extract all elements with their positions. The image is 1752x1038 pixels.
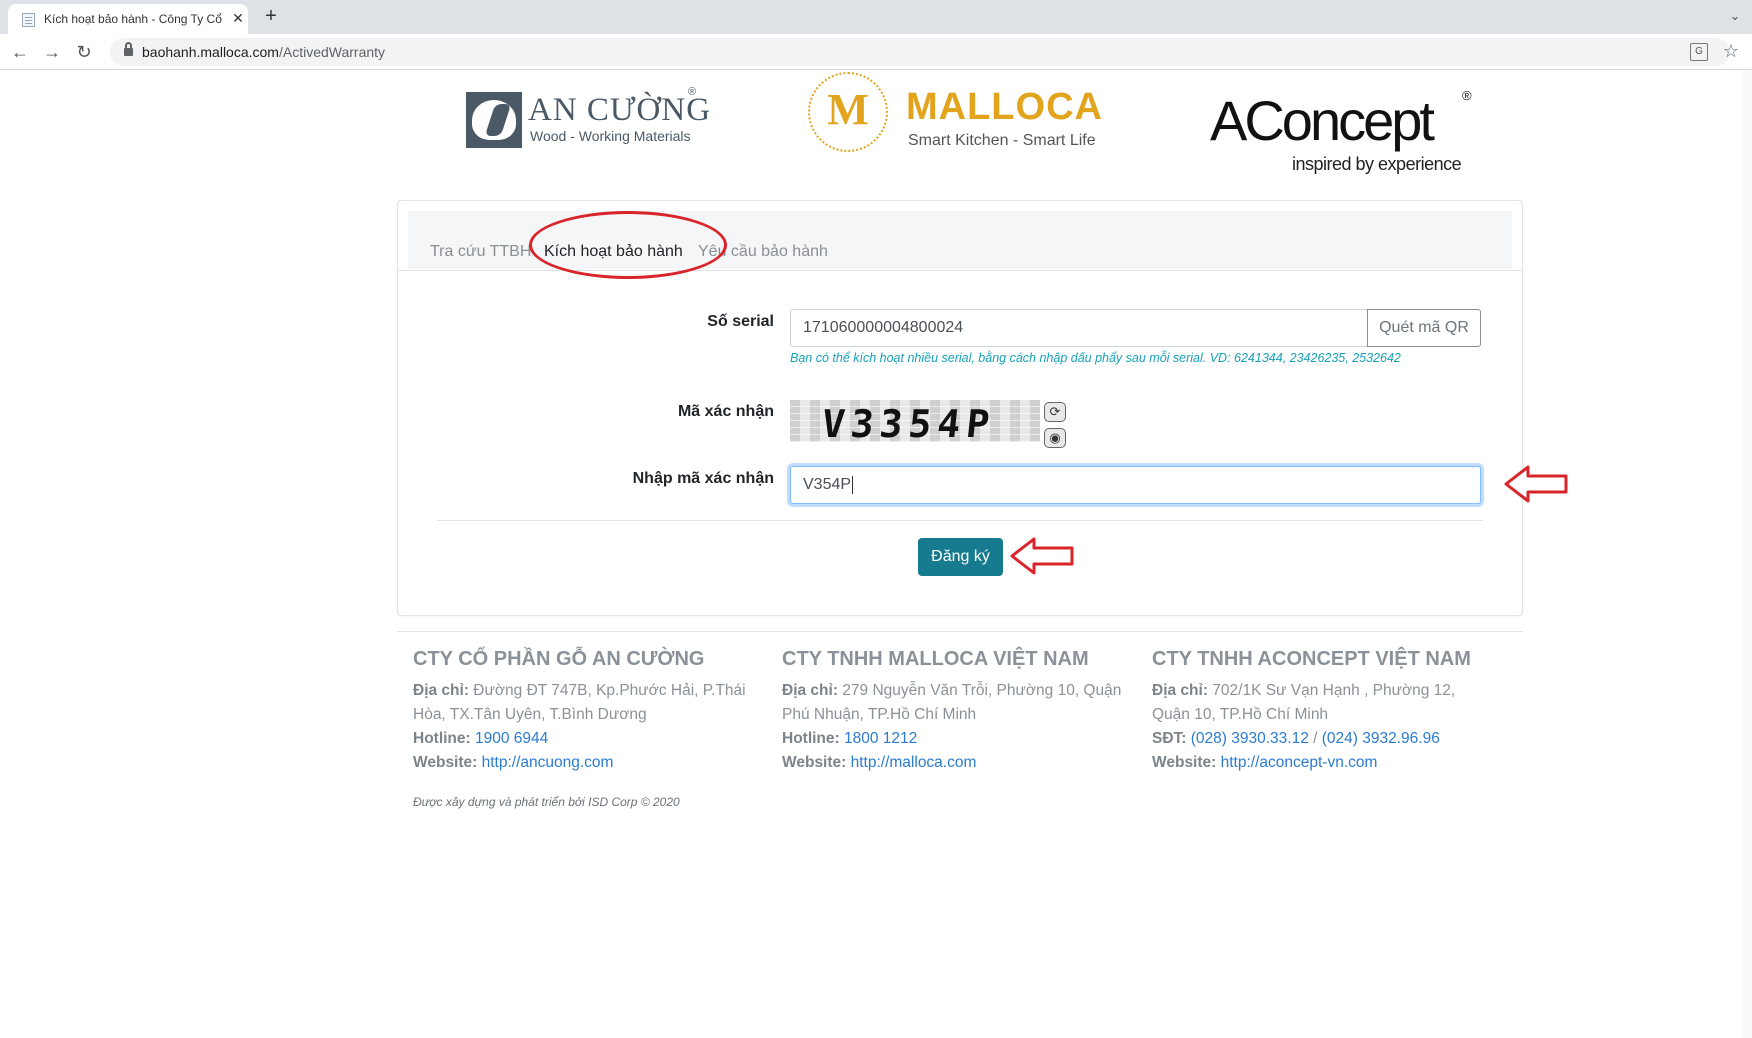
scan-qr-button[interactable]: Quét mã QR [1367, 309, 1481, 347]
footer-address: Địa chỉ: Đường ĐT 747B, Kp.Phước Hải, P.… [413, 682, 746, 723]
close-tab-icon[interactable]: ✕ [230, 10, 246, 26]
malloca-logo-name: MALLOCA [906, 86, 1103, 128]
footer-phone: SĐT: (028) 3930.33.12 / (024) 3932.96.96 [1152, 730, 1440, 747]
form-divider [437, 520, 1483, 521]
footer-address: Địa chỉ: 279 Nguyễn Văn Trỗi, Phường 10,… [782, 682, 1122, 723]
footer-company-name: CTY TNHH ACONCEPT VIỆT NAM [1152, 648, 1471, 670]
browser-tab[interactable]: Kích hoạt bảo hành - Công Ty Cổ ✕ [8, 4, 248, 34]
ancuong-emblem-icon [466, 92, 522, 148]
captcha-input[interactable]: V354P [790, 466, 1481, 504]
page-scrollbar[interactable] [1742, 70, 1752, 1038]
lock-icon [124, 42, 133, 57]
aconcept-logo-tagline: inspired by experience [1292, 154, 1462, 174]
captcha-image-text: V3354P [819, 402, 998, 442]
back-arrow-icon[interactable]: ← [8, 40, 32, 64]
bookmark-star-icon[interactable]: ☆ [1720, 40, 1742, 62]
footer-website: Website: http://malloca.com [782, 754, 977, 771]
new-tab-icon[interactable]: + [260, 5, 282, 27]
footer-company-name: CTY TNHH MALLOCA VIỆT NAM [782, 648, 1089, 670]
website-link[interactable]: http://malloca.com [851, 754, 977, 771]
ancuong-logo-name: AN CƯỜNG [528, 92, 712, 128]
forward-arrow-icon[interactable]: → [40, 40, 64, 64]
browser-toolbar: ← → ↻ baohanh.malloca.com/ActivedWarrant… [0, 34, 1752, 70]
annotation-arrow-icon [1010, 537, 1074, 575]
hotline-link[interactable]: 1800 1212 [844, 730, 917, 747]
refresh-captcha-icon[interactable]: ⟳ [1044, 402, 1066, 422]
malloca-logo-tagline: Smart Kitchen - Smart Life [908, 132, 1096, 149]
tab-search-chevron-icon[interactable]: ⌄ [1725, 6, 1745, 26]
hotline-link[interactable]: 1900 6944 [475, 730, 548, 747]
aconcept-logo-name: AConcept [1210, 89, 1435, 152]
malloca-logo-mark: M [827, 85, 869, 134]
footer-column-aconcept: CTY TNHH ACONCEPT VIỆT NAM Địa chỉ: 702/… [1152, 648, 1497, 775]
aconcept-logo: AConcept ® inspired by experience [1210, 88, 1480, 178]
ancuong-logo: AN CƯỜNG ® Wood - Working Materials [466, 86, 710, 150]
captcha-input-value: V354P [803, 476, 852, 493]
footer-column-malloca: CTY TNHH MALLOCA VIỆT NAM Địa chỉ: 279 N… [782, 648, 1127, 775]
tab-warranty-lookup[interactable]: Tra cứu TTBH [430, 243, 531, 261]
ancuong-logo-tagline: Wood - Working Materials [530, 128, 691, 144]
text-cursor [852, 475, 854, 494]
annotation-ellipse [529, 211, 727, 279]
reload-icon[interactable]: ↻ [72, 40, 96, 64]
serial-input[interactable]: 171060000004800024 [790, 309, 1368, 347]
website-link[interactable]: http://aconcept-vn.com [1221, 754, 1378, 771]
captcha-input-label: Nhập mã xác nhận [632, 470, 774, 487]
footer-divider [397, 631, 1523, 632]
phone-link[interactable]: (028) 3930.33.12 [1191, 730, 1309, 747]
register-button[interactable]: Đăng ký [918, 538, 1003, 576]
footer-company-name: CTY CỔ PHẦN GỖ AN CƯỜNG [413, 648, 705, 670]
phone-link-2[interactable]: (024) 3932.96.96 [1322, 730, 1440, 747]
footer-hotline: Hotline: 1900 6944 [413, 730, 549, 747]
footer-hotline: Hotline: 1800 1212 [782, 730, 918, 747]
address-bar[interactable]: baohanh.malloca.com/ActivedWarranty G ☆ [110, 38, 1739, 66]
captcha-image: V3354P [790, 400, 1040, 442]
registered-mark: ® [1462, 88, 1472, 103]
translate-icon[interactable]: G [1690, 43, 1708, 61]
footer-website: Website: http://ancuong.com [413, 754, 614, 771]
website-link[interactable]: http://ancuong.com [482, 754, 614, 771]
browser-tab-title: Kích hoạt bảo hành - Công Ty Cổ [44, 12, 222, 26]
footer-website: Website: http://aconcept-vn.com [1152, 754, 1378, 771]
serial-hint-text: Bạn có thể kích hoạt nhiều serial, bằng … [790, 351, 1401, 365]
captcha-label: Mã xác nhận [677, 403, 774, 420]
footer-column-ancuong: CTY CỔ PHẦN GỖ AN CƯỜNG Địa chỉ: Đường Đ… [413, 648, 758, 775]
browser-tab-strip: Kích hoạt bảo hành - Công Ty Cổ ✕ + ⌄ [0, 0, 1752, 34]
audio-captcha-icon[interactable]: ◉ [1044, 428, 1066, 448]
copyright-text: Được xây dựng và phát triển bởi ISD Corp… [413, 795, 680, 809]
registered-mark: ® [688, 86, 697, 98]
footer-address: Địa chỉ: 702/1K Sư Vạn Hạnh , Phường 12,… [1152, 682, 1456, 723]
serial-label: Số serial [707, 313, 774, 330]
annotation-arrow-icon [1504, 465, 1568, 503]
url-text[interactable]: baohanh.malloca.com/ActivedWarranty [142, 44, 385, 60]
page-favicon-icon [22, 13, 35, 27]
malloca-logo: M MALLOCA Smart Kitchen - Smart Life [808, 72, 1118, 152]
